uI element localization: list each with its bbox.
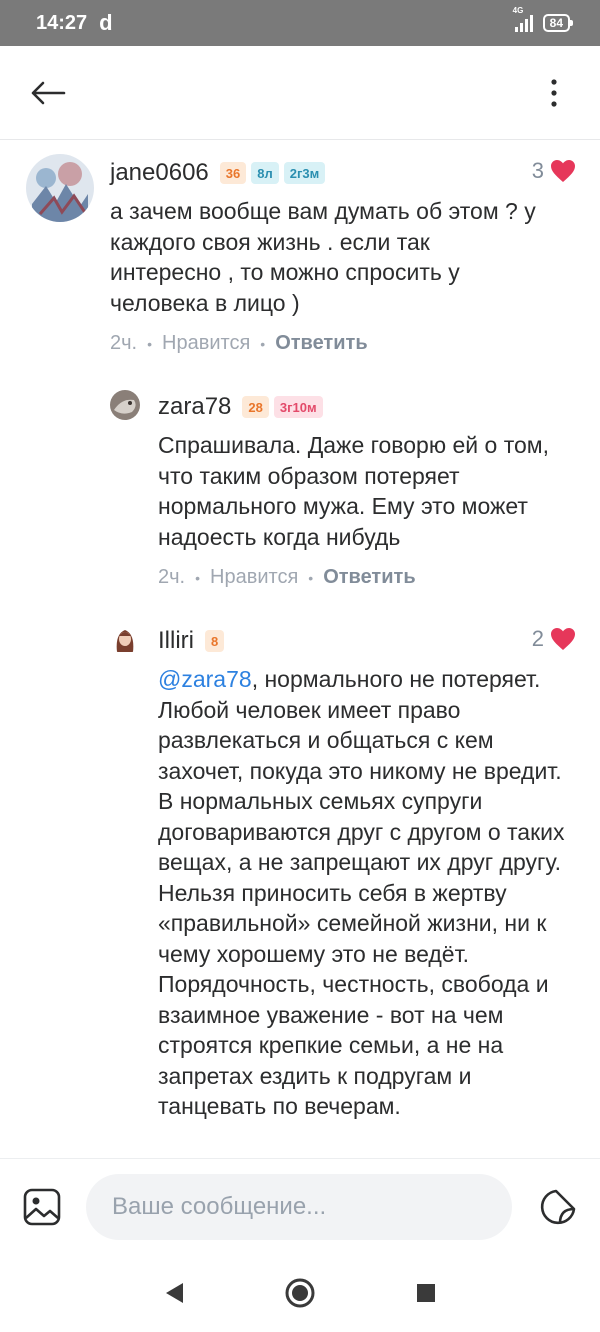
membership-badge: 3г10м: [273, 396, 323, 418]
like-button[interactable]: Нравится: [210, 566, 298, 589]
comment-body: , нормального не потеряет. Любой человек…: [158, 666, 565, 1119]
separator-dot: •: [195, 569, 201, 586]
separator-dot: •: [260, 335, 266, 352]
message-input-bar: Ваше сообщение...: [0, 1158, 600, 1254]
comment-reply: zara78 28 3г10м Спрашивала. Даже говорю …: [0, 376, 600, 602]
arrow-left-icon: [31, 81, 66, 104]
comment-author[interactable]: Illiri: [158, 627, 194, 655]
status-app-icon: d: [99, 10, 113, 35]
comment-reply: Illiri 8 2 @zara78, нормального не потер…: [0, 620, 600, 1158]
heart-icon: [551, 160, 575, 182]
avatar[interactable]: [26, 154, 94, 222]
battery-icon: 84: [542, 14, 574, 32]
comment-text: а зачем вообще вам думать об этом ? у ка…: [110, 198, 536, 316]
image-icon: [23, 1188, 61, 1225]
app-header: [0, 46, 600, 140]
status-bar: 14:27 d 4G 84: [0, 0, 600, 46]
signal-icon: 4G: [513, 6, 533, 32]
more-options-button[interactable]: [534, 73, 574, 113]
reply-button[interactable]: Ответить: [323, 566, 415, 589]
comments-list: jane0606 36 8л 2г3м 3 а зачем вообще вам…: [0, 140, 600, 1158]
nav-home-button[interactable]: [280, 1273, 320, 1313]
heart-icon: [551, 628, 575, 650]
avatar[interactable]: [110, 624, 140, 654]
separator-dot: •: [147, 335, 153, 352]
system-nav-bar: [0, 1254, 600, 1332]
comment-text: Спрашивала. Даже говорю ей о том, что та…: [158, 432, 549, 550]
attach-photo-button[interactable]: [20, 1185, 64, 1229]
square-recents-icon: [417, 1284, 435, 1302]
like-counter[interactable]: 3: [532, 158, 576, 184]
comment: jane0606 36 8л 2г3м 3 а зачем вообще вам…: [0, 140, 600, 366]
comment-time: 2ч.: [110, 332, 138, 354]
circle-home-icon: [285, 1278, 315, 1308]
level-badge: 36: [219, 162, 247, 184]
separator-dot: •: [308, 569, 314, 586]
comment-author[interactable]: zara78: [158, 393, 231, 421]
nav-recents-button[interactable]: [406, 1273, 446, 1313]
avatar[interactable]: [110, 390, 140, 420]
like-button[interactable]: Нравится: [162, 332, 250, 355]
level-badge: 8: [205, 630, 225, 652]
triangle-back-icon: [166, 1283, 183, 1303]
reply-button[interactable]: Ответить: [275, 332, 367, 355]
back-button[interactable]: [28, 73, 68, 113]
age-badge: 8л: [251, 162, 279, 184]
like-count: 3: [531, 158, 544, 183]
sticker-icon: [540, 1189, 576, 1224]
status-time: 14:27: [36, 11, 88, 34]
level-badge: 28: [242, 396, 269, 418]
network-type: 4G: [512, 6, 524, 15]
more-vertical-icon: [551, 78, 557, 107]
sticker-button[interactable]: [536, 1185, 580, 1229]
battery-level: 84: [549, 16, 563, 30]
nav-back-button[interactable]: [154, 1273, 194, 1313]
like-counter[interactable]: 2: [532, 626, 576, 652]
like-count: 2: [531, 626, 544, 651]
message-input[interactable]: Ваше сообщение...: [86, 1173, 512, 1240]
membership-badge: 2г3м: [283, 162, 326, 184]
comment-author[interactable]: jane0606: [110, 159, 209, 187]
comment-time: 2ч.: [158, 566, 186, 588]
user-mention-link[interactable]: @zara78: [158, 666, 252, 692]
comment-text: @zara78, нормального не потеряет. Любой …: [158, 664, 578, 1122]
